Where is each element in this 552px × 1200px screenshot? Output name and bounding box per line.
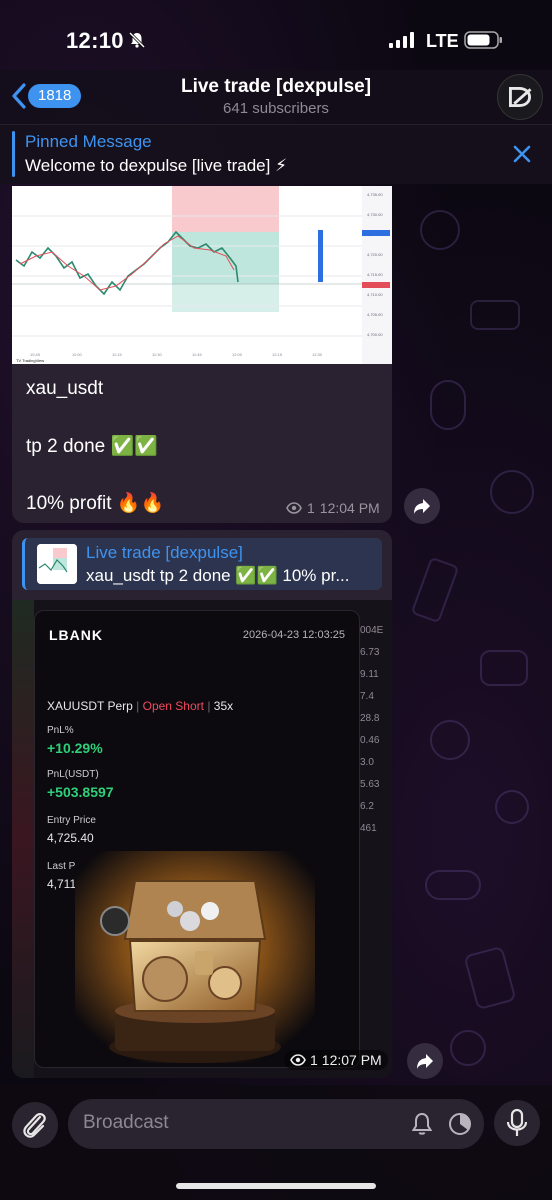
microphone-icon	[506, 1108, 528, 1136]
pnl-card-photo[interactable]: 004E 6.73 9.11 7.4 28.8 0.46 3.0 5.63 6.…	[12, 600, 392, 1078]
entry-price-value: 4,725.40	[47, 831, 94, 845]
svg-text:11:45: 11:45	[192, 352, 202, 357]
paperclip-icon	[23, 1113, 46, 1138]
bell-off-icon	[128, 31, 146, 49]
forwarded-reply[interactable]: Live trade [dexpulse] xau_usdt tp 2 done…	[22, 538, 382, 590]
treasure-chest-illustration	[75, 851, 315, 1063]
home-indicator	[176, 1183, 376, 1189]
leverage: 35x	[213, 699, 234, 713]
channel-avatar[interactable]	[497, 74, 543, 120]
bell-icon[interactable]	[408, 1110, 436, 1138]
svg-text:11:30: 11:30	[152, 352, 162, 357]
share-button[interactable]	[404, 488, 440, 524]
pnl-pct-value: +10.29%	[47, 740, 103, 756]
reply-thumbnail	[37, 544, 77, 584]
lbank-logo: LBANK	[49, 627, 103, 643]
views-eye-icon	[286, 502, 302, 514]
reply-title: Live trade [dexpulse]	[86, 543, 243, 562]
pinned-indicator	[12, 131, 15, 177]
chat-title[interactable]: Live trade [dexpulse]	[0, 76, 552, 98]
svg-text:4,700.00: 4,700.00	[367, 332, 383, 337]
svg-text:4,710.00: 4,710.00	[367, 292, 383, 297]
background-price-column: 004E 6.73 9.11 7.4 28.8 0.46 3.0 5.63 6.…	[360, 625, 384, 834]
entry-price-label: Entry Price	[47, 815, 96, 826]
close-icon[interactable]	[512, 144, 532, 164]
views-eye-icon	[290, 1054, 306, 1066]
svg-text:12:00: 12:00	[232, 352, 243, 357]
background-app-edge	[12, 600, 34, 1078]
svg-text:4,735.00: 4,735.00	[367, 192, 383, 197]
share-arrow-icon	[417, 1054, 433, 1069]
attach-button[interactable]	[12, 1102, 58, 1148]
trade-pair-line: XAUUSDT Perp | Open Short | 35x	[47, 699, 234, 713]
pinned-message-bar[interactable]: Pinned Message Welcome to dexpulse [live…	[0, 124, 552, 184]
message-time: 12:07 PM	[321, 1052, 382, 1068]
card-date: 2026-04-23 12:03:25	[242, 629, 345, 641]
svg-text:4,705.00: 4,705.00	[367, 312, 383, 317]
svg-text:10:45: 10:45	[30, 352, 41, 357]
pair-name: XAUUSDT Perp	[47, 699, 133, 713]
pinned-text: Welcome to dexpulse [live trade] ⚡	[25, 156, 288, 175]
photo-meta: 1 12:07 PM	[284, 1050, 388, 1070]
signal-icon	[389, 32, 414, 48]
microphone-button[interactable]	[494, 1100, 540, 1146]
pinned-title: Pinned Message	[25, 132, 152, 151]
status-bar: 12:10 LTE	[0, 0, 552, 70]
svg-text:12:15: 12:15	[272, 352, 283, 357]
svg-text:4,720.00: 4,720.00	[367, 252, 383, 257]
broadcast-input[interactable]: Broadcast	[68, 1099, 484, 1149]
chat-header: 1818 Live trade [dexpulse] 641 subscribe…	[0, 70, 552, 124]
view-count: 1	[307, 500, 315, 516]
view-count: 1	[310, 1052, 318, 1068]
svg-text:TV TradingView: TV TradingView	[16, 358, 44, 363]
share-arrow-icon	[414, 499, 430, 514]
position-side: Open Short	[142, 699, 204, 713]
message-time: 12:04 PM	[319, 500, 380, 516]
share-button[interactable]	[407, 1043, 443, 1079]
message-meta: 1 12:04 PM	[286, 500, 380, 516]
status-time: 12:10	[66, 28, 124, 53]
message-text-line: xau_usdt	[26, 378, 104, 399]
message-bubble[interactable]: 4,735.004,730.004,725.00 4,720.004,715.0…	[12, 186, 392, 523]
battery-icon	[464, 31, 502, 49]
message-bubble[interactable]: Live trade [dexpulse] xau_usdt tp 2 done…	[12, 530, 392, 1078]
timer-icon[interactable]	[446, 1110, 474, 1138]
message-text-line: 10% profit 🔥🔥	[26, 493, 165, 514]
svg-text:4,715.00: 4,715.00	[367, 272, 383, 277]
pnl-share-card: LBANK 2026-04-23 12:03:25 XAUUSDT Perp |…	[34, 610, 360, 1068]
broadcast-placeholder: Broadcast	[83, 1112, 169, 1133]
trade-chart-image[interactable]: 4,735.004,730.004,725.00 4,720.004,715.0…	[12, 186, 392, 364]
pnl-pct-label: PnL%	[47, 725, 74, 736]
network-label: LTE	[426, 31, 459, 51]
message-text-line: tp 2 done ✅✅	[26, 436, 158, 457]
pnl-usdt-value: +503.8597	[47, 784, 114, 800]
reply-text: xau_usdt tp 2 done ✅✅ 10% pr...	[86, 566, 350, 585]
svg-text:11:00: 11:00	[72, 352, 82, 357]
pnl-usdt-label: PnL(USDT)	[47, 769, 99, 780]
svg-text:12:30: 12:30	[312, 352, 323, 357]
svg-text:4,730.00: 4,730.00	[367, 212, 383, 217]
subscriber-count: 641 subscribers	[223, 100, 329, 117]
svg-text:11:15: 11:15	[112, 352, 122, 357]
